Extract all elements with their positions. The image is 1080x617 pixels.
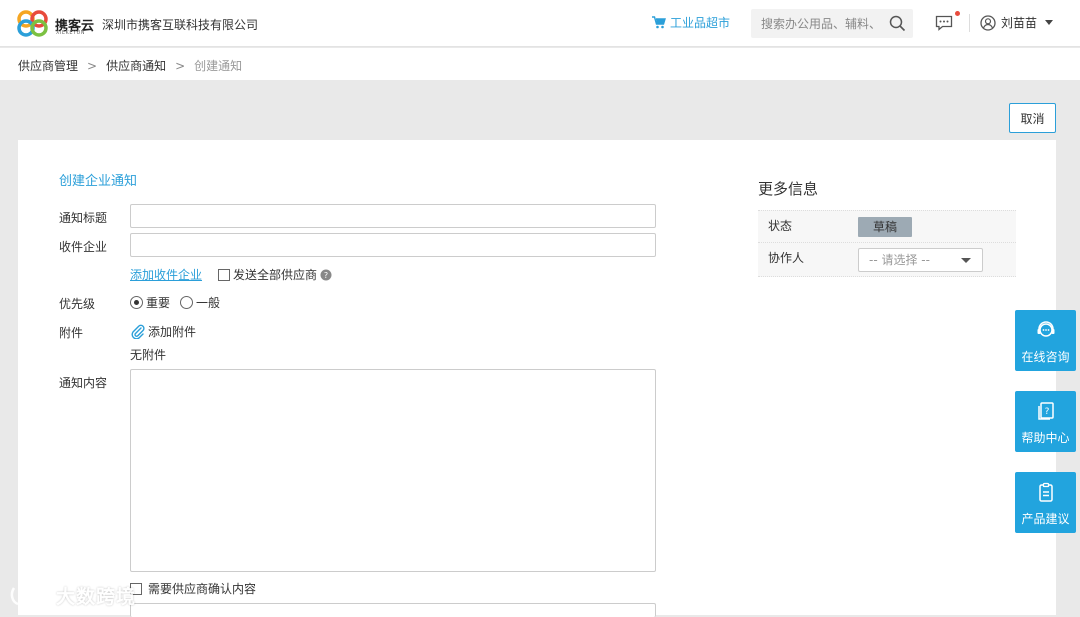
breadcrumb-item-create-notice: 创建通知 bbox=[194, 59, 243, 73]
status-row: 状态 草稿 bbox=[758, 210, 1016, 242]
content-textarea[interactable] bbox=[130, 369, 656, 572]
help-center-button[interactable]: ? 帮助中心 bbox=[1015, 391, 1076, 452]
search-box bbox=[751, 9, 913, 38]
industrial-mall-link[interactable]: 工业品超市 bbox=[652, 14, 730, 31]
online-consult-label: 在线咨询 bbox=[1021, 350, 1070, 364]
no-attachment-text: 无附件 bbox=[130, 348, 167, 362]
watermark: 大数跨境 bbox=[10, 582, 136, 609]
industrial-mall-label: 工业品超市 bbox=[670, 16, 731, 30]
breadcrumb-item-supplier-management[interactable]: 供应商管理 bbox=[18, 57, 78, 74]
section-title: 创建企业通知 bbox=[59, 174, 138, 189]
breadcrumb-separator: > bbox=[87, 58, 98, 73]
status-label: 状态 bbox=[768, 219, 793, 233]
logo-subtext: XIEKEYUN bbox=[56, 30, 85, 36]
product-suggestion-button[interactable]: 产品建议 bbox=[1015, 472, 1076, 533]
cancel-button[interactable]: 取消 bbox=[1009, 103, 1056, 133]
divider bbox=[969, 14, 970, 32]
recipient-company-input[interactable] bbox=[130, 233, 656, 257]
breadcrumb: 供应商管理 > 供应商通知 > 创建通知 bbox=[18, 57, 242, 74]
breadcrumb-bar: 供应商管理 > 供应商通知 > 创建通知 bbox=[0, 48, 1080, 80]
help-center-label: 帮助中心 bbox=[1021, 431, 1070, 445]
user-menu[interactable]: 刘苗苗 bbox=[980, 14, 1054, 31]
clipboard-icon bbox=[1039, 482, 1053, 502]
help-doc-icon: ? bbox=[1038, 402, 1054, 420]
notification-dot bbox=[955, 11, 960, 16]
content-label: 通知内容 bbox=[59, 376, 108, 390]
priority-option-important[interactable]: 重要 bbox=[130, 294, 170, 311]
top-bar: 携客云 XIEKEYUN 深圳市携客互联科技有限公司 工业品超市 刘苗苗 bbox=[0, 0, 1080, 47]
watermark-text: 大数跨境 bbox=[56, 586, 137, 608]
logo-icon bbox=[17, 10, 48, 37]
paperclip-icon bbox=[131, 324, 145, 339]
priority-option-normal[interactable]: 一般 bbox=[180, 294, 220, 311]
collaborator-label: 协作人 bbox=[768, 251, 805, 265]
priority-radio-normal[interactable] bbox=[180, 296, 193, 309]
title-label: 通知标题 bbox=[59, 211, 108, 225]
send-all-label: 发送全部供应商 bbox=[233, 268, 318, 282]
priority-normal-label: 一般 bbox=[196, 296, 221, 310]
svg-text:?: ? bbox=[324, 271, 328, 280]
help-icon[interactable]: ? bbox=[320, 269, 332, 281]
message-icon[interactable] bbox=[935, 15, 953, 31]
chevron-down-icon bbox=[1045, 20, 1054, 25]
attachment-label: 附件 bbox=[59, 326, 84, 340]
more-info-table: 状态 草稿 协作人 -- 请选择 -- bbox=[758, 210, 1016, 277]
product-suggestion-label: 产品建议 bbox=[1021, 512, 1070, 526]
company-name: 深圳市携客互联科技有限公司 bbox=[102, 18, 259, 32]
breadcrumb-separator: > bbox=[175, 58, 186, 73]
cart-icon bbox=[652, 16, 666, 29]
user-avatar-icon bbox=[980, 14, 996, 31]
priority-important-label: 重要 bbox=[146, 296, 171, 310]
priority-radio-important[interactable] bbox=[130, 296, 143, 309]
title-input[interactable] bbox=[130, 204, 656, 228]
collaborator-row: 协作人 -- 请选择 -- bbox=[758, 242, 1016, 277]
dropdown-arrow-icon bbox=[961, 258, 971, 263]
collaborator-select-value: -- 请选择 -- bbox=[869, 253, 930, 267]
breadcrumb-item-supplier-notice[interactable]: 供应商通知 bbox=[106, 57, 166, 74]
confirm-content-label: 需要供应商确认内容 bbox=[148, 582, 257, 596]
add-attachment-button[interactable]: 添加附件 bbox=[130, 323, 196, 340]
online-consult-button[interactable]: 在线咨询 bbox=[1015, 310, 1076, 371]
send-all-suppliers-option[interactable]: 发送全部供应商 ? bbox=[218, 266, 332, 283]
add-recipient-company-link[interactable]: 添加收件企业 bbox=[130, 266, 202, 283]
confirm-content-option[interactable]: 需要供应商确认内容 bbox=[130, 580, 256, 597]
send-all-checkbox[interactable] bbox=[218, 268, 230, 281]
search-icon[interactable] bbox=[889, 15, 906, 32]
status-badge: 草稿 bbox=[858, 217, 912, 237]
search-input[interactable] bbox=[751, 9, 881, 38]
watermark-logo-icon bbox=[10, 586, 47, 605]
add-attachment-label: 添加附件 bbox=[148, 325, 197, 339]
svg-text:?: ? bbox=[1045, 407, 1050, 417]
recipient-company-label: 收件企业 bbox=[59, 240, 108, 254]
user-name: 刘苗苗 bbox=[1001, 16, 1038, 30]
collaborator-select[interactable]: -- 请选择 -- bbox=[858, 248, 983, 272]
more-info-title: 更多信息 bbox=[758, 180, 819, 198]
priority-label: 优先级 bbox=[59, 297, 96, 311]
headset-icon bbox=[1037, 321, 1055, 337]
